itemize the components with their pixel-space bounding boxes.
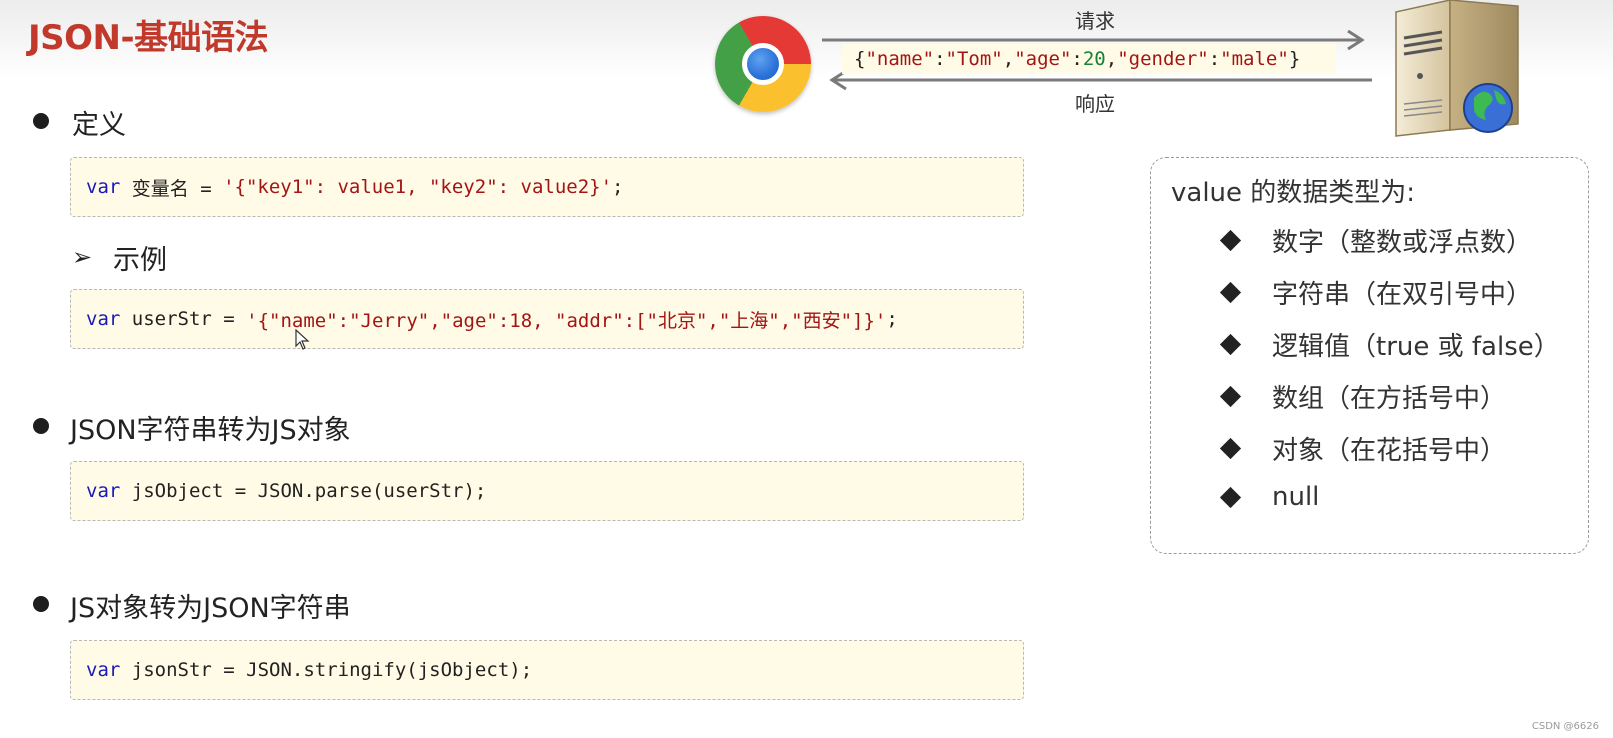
value-type-item: 字符串（在双引号中） xyxy=(1219,274,1532,311)
arrowhead-bullet-icon: ➢ xyxy=(72,243,93,271)
server-globe-icon xyxy=(1395,0,1519,137)
example-code-block: var userStr = '{"name":"Jerry","age":18,… xyxy=(70,289,1024,349)
diamond-bullet-icon xyxy=(1219,281,1242,304)
bullet-dot xyxy=(33,113,49,129)
parse-heading: JSON字符串转为JS对象 xyxy=(70,415,351,446)
value-type-item: 数字（整数或浮点数） xyxy=(1219,222,1532,259)
definition-code-block: var 变量名 = '{"key1": value1, "key2": valu… xyxy=(70,157,1024,217)
parse-code-block: var jsObject = JSON.parse(userStr); xyxy=(70,461,1024,521)
value-types-box: value 的数据类型为: 数字（整数或浮点数） 字符串（在双引号中） 逻辑值（… xyxy=(1150,157,1589,554)
stringify-code-block: var jsonStr = JSON.stringify(jsObject); xyxy=(70,640,1024,700)
diamond-bullet-icon xyxy=(1219,333,1242,356)
value-type-item: null xyxy=(1219,482,1319,512)
diamond-bullet-icon xyxy=(1219,486,1242,508)
stringify-heading: JS对象转为JSON字符串 xyxy=(70,593,351,624)
example-heading: 示例 xyxy=(113,245,167,276)
mouse-cursor-icon xyxy=(295,329,310,350)
diamond-bullet-icon xyxy=(1219,437,1242,460)
value-types-title: value 的数据类型为: xyxy=(1171,178,1416,208)
response-label: 响应 xyxy=(1075,92,1115,116)
json-example: {"name": "Tom", "age":20, "gender": "male"} xyxy=(842,44,1336,74)
chrome-icon xyxy=(715,16,811,112)
page-title: JSON-基础语法 xyxy=(28,18,269,58)
value-type-item: 逻辑值（true 或 false） xyxy=(1219,326,1560,363)
definition-heading: 定义 xyxy=(72,110,126,141)
diamond-bullet-icon xyxy=(1219,385,1242,408)
bullet-dot xyxy=(33,596,49,612)
value-type-item: 数组（在方括号中） xyxy=(1219,378,1506,415)
watermark: CSDN @6626 xyxy=(1531,721,1599,732)
bullet-dot xyxy=(33,418,49,434)
value-type-item: 对象（在花括号中） xyxy=(1219,430,1506,467)
diamond-bullet-icon xyxy=(1219,229,1242,252)
